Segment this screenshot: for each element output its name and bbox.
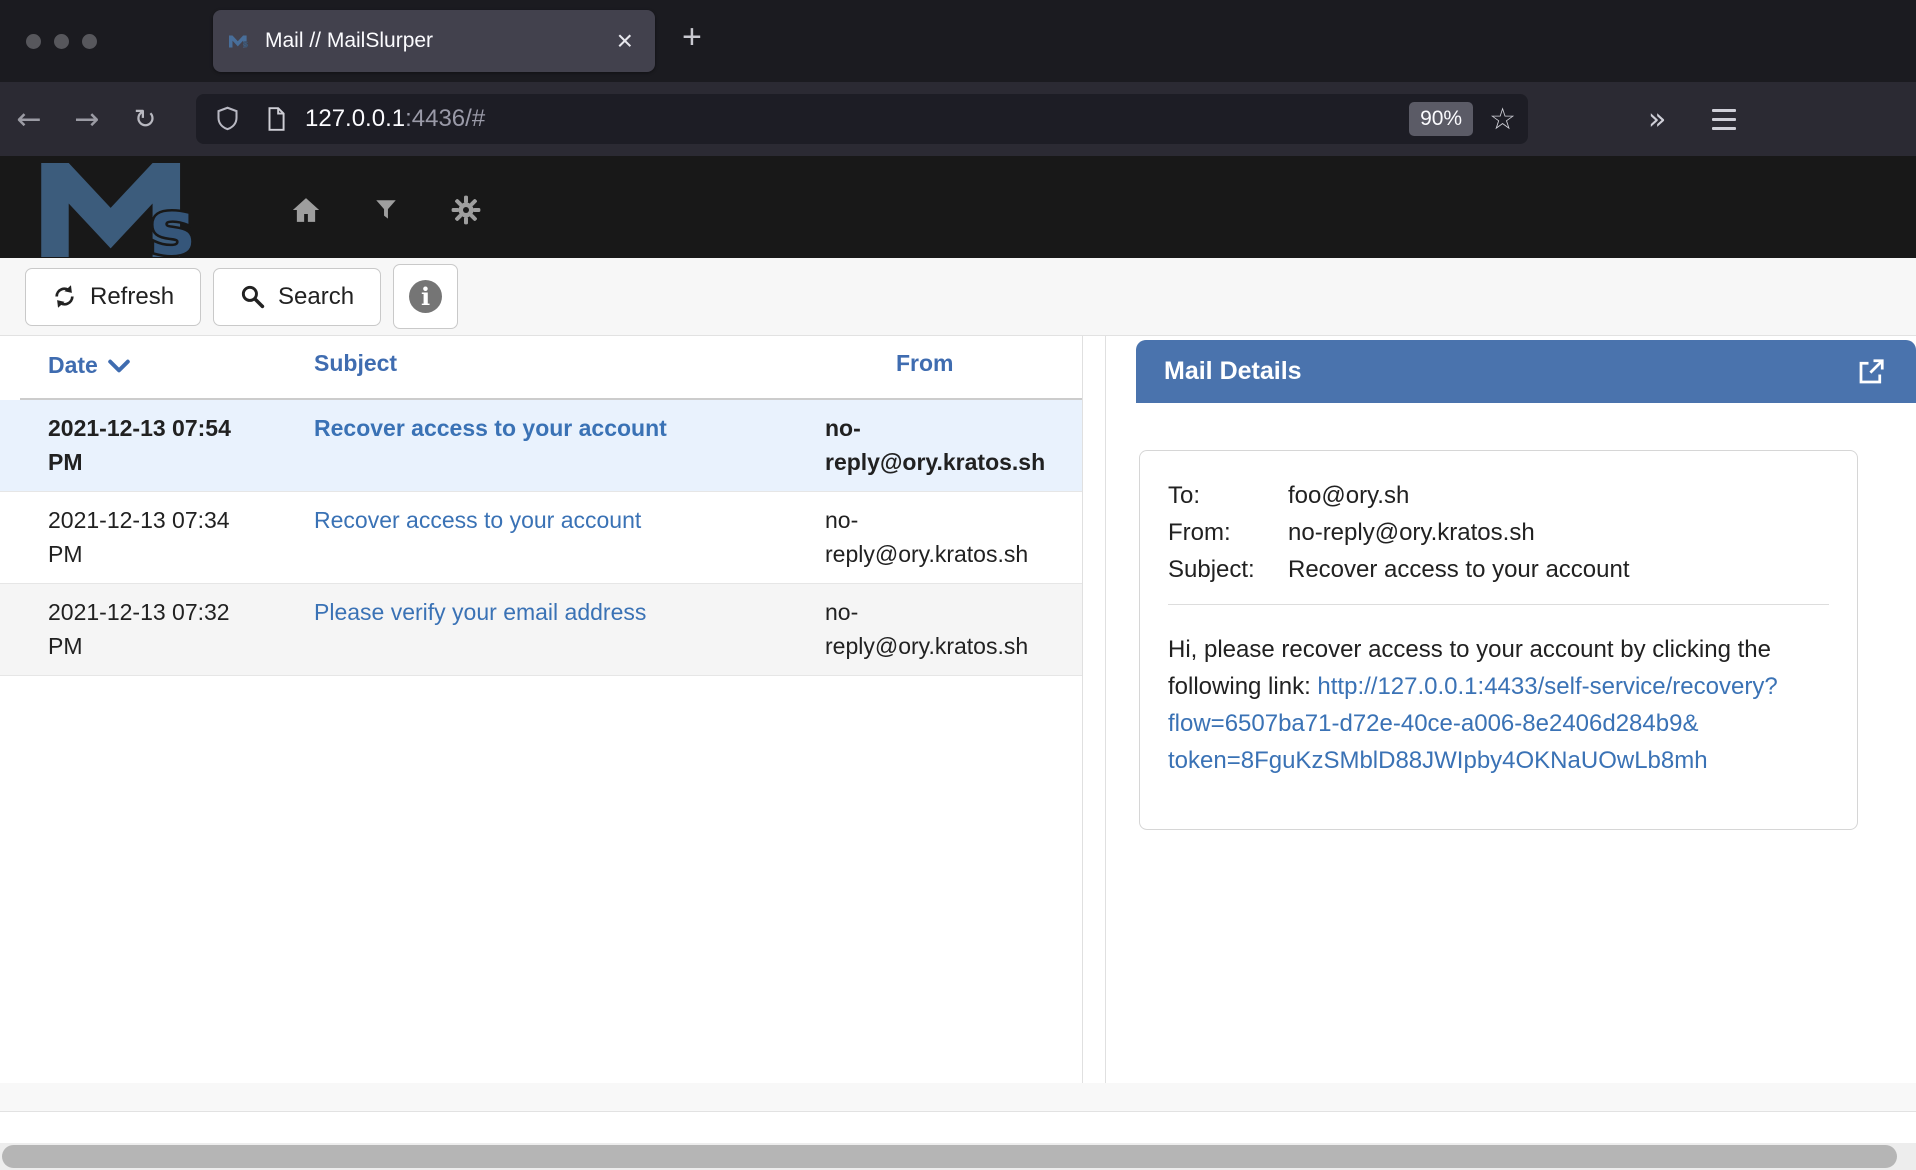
to-label: To: xyxy=(1168,477,1288,514)
external-link-icon[interactable] xyxy=(1856,357,1886,387)
gear-icon[interactable] xyxy=(451,195,481,225)
mail-date: 2021-12-13 07:32 PM xyxy=(48,595,284,664)
mail-subject-link[interactable]: Recover access to your account xyxy=(314,411,795,480)
new-tab-button[interactable]: + xyxy=(682,18,702,57)
mail-details-card: To: foo@ory.sh From: no-reply@ory.kratos… xyxy=(1139,450,1858,830)
column-header-date[interactable]: Date xyxy=(48,350,284,398)
toolbar-overflow-icon[interactable]: » xyxy=(1648,102,1664,137)
detail-row-subject: Subject: Recover access to your account xyxy=(1168,551,1829,588)
window-minimize-button[interactable] xyxy=(54,34,69,49)
browser-tab-bar: s Mail // MailSlurper × + xyxy=(0,0,1916,82)
mailslurper-favicon-icon: s xyxy=(229,34,251,49)
bottom-gap xyxy=(0,1112,1916,1143)
app-footer-strip xyxy=(0,1083,1916,1112)
window-controls[interactable] xyxy=(26,34,97,49)
svg-text:s: s xyxy=(150,184,195,257)
info-button[interactable]: i xyxy=(393,264,458,329)
tab-title: Mail // MailSlurper xyxy=(265,29,611,53)
to-value: foo@ory.sh xyxy=(1288,477,1829,514)
from-value: no-reply@ory.kratos.sh xyxy=(1288,514,1829,551)
mail-from: no-reply@ory.kratos.sh xyxy=(825,595,1054,664)
page-info-icon[interactable] xyxy=(263,104,289,134)
refresh-button[interactable]: Refresh xyxy=(25,268,201,326)
detail-row-from: From: no-reply@ory.kratos.sh xyxy=(1168,514,1829,551)
browser-toolbar: ← → ↻ 127.0.0.1:4436/# 90% ☆ » xyxy=(0,82,1916,156)
mail-date: 2021-12-13 07:34 PM xyxy=(48,503,284,572)
reload-button[interactable]: ↻ xyxy=(116,104,174,135)
detail-row-to: To: foo@ory.sh xyxy=(1168,477,1829,514)
column-header-from[interactable]: From xyxy=(825,350,1054,398)
forward-button[interactable]: → xyxy=(58,102,116,137)
search-icon xyxy=(240,284,265,309)
column-header-subject[interactable]: Subject xyxy=(314,350,795,398)
url-host: 127.0.0.1 xyxy=(305,105,405,132)
back-button[interactable]: ← xyxy=(0,102,58,137)
mail-details-header: Mail Details xyxy=(1136,340,1916,403)
mail-body: Hi, please recover access to your accoun… xyxy=(1168,631,1829,779)
mail-details-title: Mail Details xyxy=(1164,357,1856,386)
mailslurper-logo: s xyxy=(33,163,223,257)
mail-subject-link[interactable]: Recover access to your account xyxy=(314,503,795,572)
mail-list-panel: Date Subject From 2021-12-13 07:54 PM Re… xyxy=(0,336,1083,1083)
subject-value: Recover access to your account xyxy=(1288,551,1829,588)
filter-icon[interactable] xyxy=(373,196,399,224)
window-zoom-button[interactable] xyxy=(82,34,97,49)
subject-label: Subject: xyxy=(1168,551,1288,588)
panel-divider-gutter xyxy=(1083,336,1106,1083)
main-content: Date Subject From 2021-12-13 07:54 PM Re… xyxy=(0,336,1916,1083)
mail-list-row[interactable]: 2021-12-13 07:32 PM Please verify your e… xyxy=(0,584,1082,676)
column-header-date-label: Date xyxy=(48,352,98,379)
horizontal-scrollbar-thumb[interactable] xyxy=(2,1145,1897,1168)
mailslurper-nav xyxy=(291,195,481,225)
svg-text:s: s xyxy=(243,39,249,49)
mail-details-panel: Mail Details To: foo@ory.sh From: no-rep… xyxy=(1106,336,1916,1083)
mail-from: no-reply@ory.kratos.sh xyxy=(825,503,1054,572)
mail-subject-link[interactable]: Please verify your email address xyxy=(314,595,795,664)
card-divider xyxy=(1168,604,1829,605)
hamburger-menu-icon[interactable] xyxy=(1712,109,1736,130)
url-bar[interactable]: 127.0.0.1:4436/# 90% ☆ xyxy=(196,94,1528,144)
search-button-label: Search xyxy=(278,283,354,311)
page-zoom-badge[interactable]: 90% xyxy=(1409,102,1473,136)
tab-close-icon[interactable]: × xyxy=(611,27,639,55)
refresh-button-label: Refresh xyxy=(90,283,174,311)
refresh-icon xyxy=(52,284,77,309)
browser-tab-mailslurper[interactable]: s Mail // MailSlurper × xyxy=(213,10,655,72)
search-button[interactable]: Search xyxy=(213,268,381,326)
from-label: From: xyxy=(1168,514,1288,551)
bookmark-star-icon[interactable]: ☆ xyxy=(1489,102,1516,137)
mail-list-header-row: Date Subject From xyxy=(20,336,1082,400)
info-icon: i xyxy=(409,280,442,313)
home-icon[interactable] xyxy=(291,195,321,225)
url-text[interactable]: 127.0.0.1:4436/# xyxy=(305,105,1409,133)
mail-list-row[interactable]: 2021-12-13 07:34 PM Recover access to yo… xyxy=(0,492,1082,584)
mailslurper-header: s xyxy=(0,156,1916,258)
mail-date: 2021-12-13 07:54 PM xyxy=(48,411,284,480)
window-close-button[interactable] xyxy=(26,34,41,49)
app-toolbar: Refresh Search i xyxy=(0,258,1916,336)
url-port-path: :4436/# xyxy=(405,105,485,132)
sort-desc-chevron-icon xyxy=(108,359,130,373)
shield-permissions-icon[interactable] xyxy=(214,104,241,134)
mail-from: no-reply@ory.kratos.sh xyxy=(825,411,1054,480)
mail-list-row[interactable]: 2021-12-13 07:54 PM Recover access to yo… xyxy=(0,400,1082,492)
horizontal-scrollbar[interactable] xyxy=(0,1143,1916,1170)
